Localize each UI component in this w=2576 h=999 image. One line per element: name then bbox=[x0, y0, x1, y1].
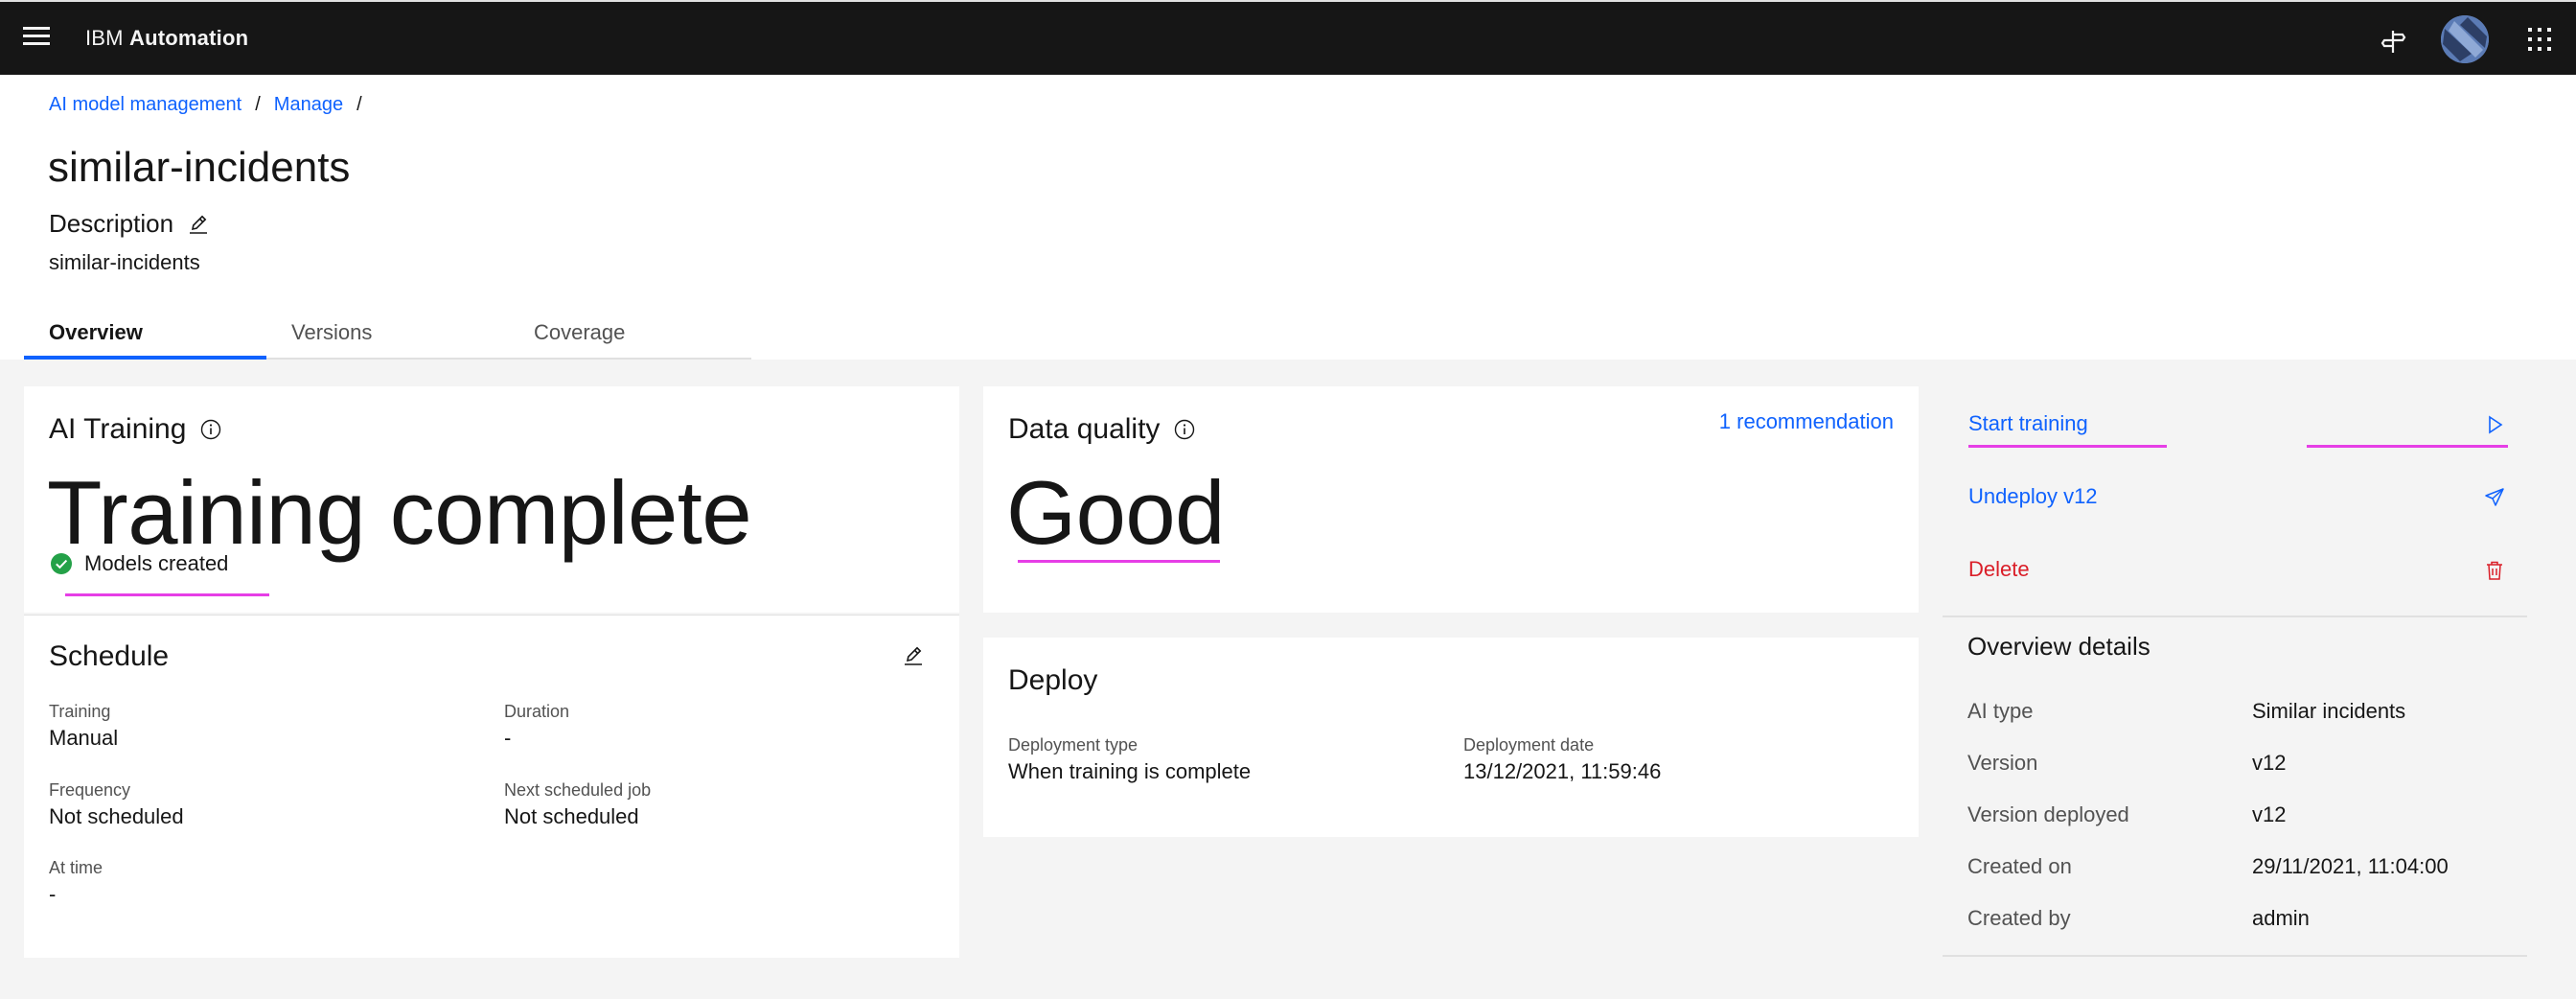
top-navigation-bar: IBM Automation bbox=[0, 0, 2576, 75]
send-icon bbox=[2485, 488, 2504, 506]
detail-key: AI type bbox=[1967, 699, 2034, 723]
annotation-underline bbox=[1018, 560, 1220, 563]
detail-value: Similar incidents bbox=[2252, 699, 2406, 723]
training-label: Training bbox=[49, 702, 111, 721]
frequency-label: Frequency bbox=[49, 780, 131, 800]
breadcrumb-link-ai-model-management[interactable]: AI model management bbox=[49, 94, 242, 116]
overview-details-title: Overview details bbox=[1967, 632, 2150, 661]
schedule-title: Schedule bbox=[49, 640, 170, 672]
detail-key: Created on bbox=[1967, 854, 2072, 878]
training-status: Training complete bbox=[47, 462, 752, 563]
play-icon bbox=[2489, 415, 2503, 434]
tab-versions[interactable]: Versions bbox=[266, 314, 509, 360]
delete-label: Delete bbox=[1968, 557, 2030, 581]
at-time-value: - bbox=[49, 882, 57, 906]
data-quality-value: Good bbox=[1006, 462, 1225, 563]
at-time-label: At time bbox=[49, 858, 104, 877]
deploy-title: Deploy bbox=[1008, 664, 1098, 696]
annotation-underline bbox=[1968, 445, 2167, 448]
breadcrumb-separator: / bbox=[356, 94, 362, 115]
deployment-type-value: When training is complete bbox=[1008, 759, 1252, 783]
checkmark-filled-icon bbox=[51, 553, 72, 574]
start-training-label: Start training bbox=[1968, 411, 2088, 435]
data-quality-title-text: Data quality bbox=[1008, 413, 1161, 445]
tab-overview[interactable]: Overview bbox=[24, 314, 266, 360]
breadcrumb-separator: / bbox=[255, 94, 261, 115]
breadcrumb: AI model management / Manage / bbox=[49, 94, 376, 116]
deployment-date-label: Deployment date bbox=[1463, 735, 1595, 755]
models-created-status: Models created bbox=[50, 551, 228, 576]
deploy-card: Deploy Deployment type When training is … bbox=[983, 638, 1919, 837]
signpost-icon[interactable] bbox=[2379, 27, 2407, 56]
divider bbox=[1943, 616, 2527, 617]
detail-value: admin bbox=[2252, 906, 2310, 930]
duration-value: - bbox=[504, 726, 512, 750]
models-created-text: Models created bbox=[84, 551, 229, 575]
ai-training-title: AI Training bbox=[49, 413, 222, 446]
deployment-date-value: 13/12/2021, 11:59:46 bbox=[1463, 759, 1662, 783]
description-label: Description bbox=[49, 209, 210, 239]
duration-label: Duration bbox=[504, 702, 570, 721]
page-title: similar-incidents bbox=[48, 144, 351, 191]
training-value: Manual bbox=[49, 726, 119, 750]
schedule-card: Schedule Training Manual Duration - Freq… bbox=[24, 615, 959, 958]
annotation-underline bbox=[65, 593, 269, 596]
app-switcher-icon[interactable] bbox=[2527, 27, 2552, 52]
detail-key: Created by bbox=[1967, 906, 2071, 930]
undeploy-button[interactable]: Undeploy v12 bbox=[1943, 469, 2527, 526]
detail-value: v12 bbox=[2252, 751, 2287, 775]
next-scheduled-job-value: Not scheduled bbox=[504, 804, 639, 828]
divider bbox=[1943, 955, 2527, 957]
deployment-type-label: Deployment type bbox=[1008, 735, 1138, 755]
frequency-value: Not scheduled bbox=[49, 804, 184, 828]
ai-training-card: AI Training Training complete Models cre… bbox=[24, 386, 959, 613]
detail-key: Version deployed bbox=[1967, 802, 2129, 826]
info-icon[interactable] bbox=[199, 418, 222, 441]
tab-coverage[interactable]: Coverage bbox=[509, 314, 751, 360]
data-quality-card: Data quality 1 recommendation Good bbox=[983, 386, 1919, 613]
breadcrumb-link-manage[interactable]: Manage bbox=[274, 94, 343, 116]
tab-list: Overview Versions Coverage bbox=[24, 314, 751, 360]
data-quality-title: Data quality bbox=[1008, 413, 1196, 446]
next-scheduled-job-label: Next scheduled job bbox=[504, 780, 652, 800]
edit-description-icon[interactable] bbox=[187, 213, 210, 236]
annotation-underline bbox=[2307, 445, 2508, 448]
info-icon[interactable] bbox=[1173, 418, 1196, 441]
undeploy-label: Undeploy v12 bbox=[1968, 484, 2098, 508]
description-value: similar-incidents bbox=[49, 250, 200, 274]
page-header: AI model management / Manage / similar-i… bbox=[0, 75, 2576, 360]
recommendation-link[interactable]: 1 recommendation bbox=[1719, 409, 1894, 434]
detail-key: Version bbox=[1967, 751, 2038, 775]
ai-training-title-text: AI Training bbox=[49, 413, 187, 445]
detail-value: v12 bbox=[2252, 802, 2287, 826]
delete-button[interactable]: Delete bbox=[1943, 542, 2527, 599]
description-label-text: Description bbox=[49, 209, 174, 238]
trash-icon bbox=[2487, 561, 2502, 580]
detail-value: 29/11/2021, 11:04:00 bbox=[2252, 854, 2449, 878]
hamburger-menu-icon[interactable] bbox=[23, 27, 50, 50]
edit-schedule-icon[interactable] bbox=[902, 644, 925, 667]
product-name: IBM Automation bbox=[85, 26, 249, 50]
user-avatar[interactable] bbox=[2441, 15, 2489, 63]
